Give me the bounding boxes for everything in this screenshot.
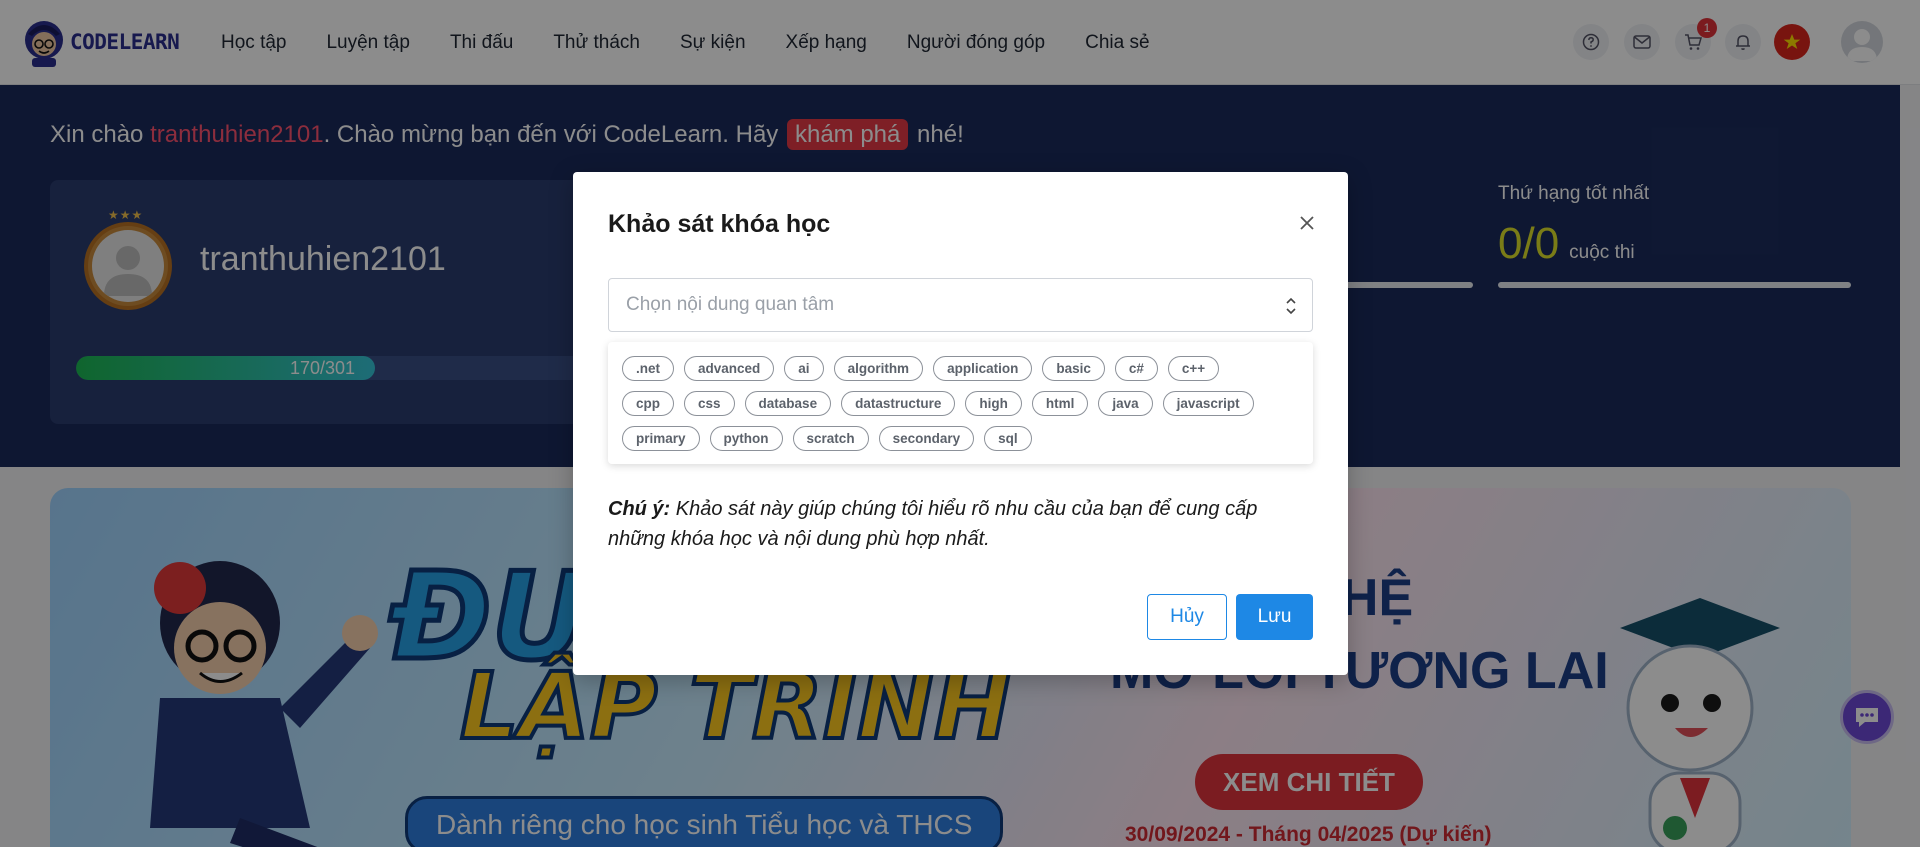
tag-option[interactable]: application xyxy=(933,356,1033,381)
tag-option[interactable]: algorithm xyxy=(833,356,924,381)
tag-option[interactable]: database xyxy=(744,391,832,416)
select-updown-icon xyxy=(1286,297,1296,315)
tag-option[interactable]: basic xyxy=(1042,356,1105,381)
tag-option[interactable]: java xyxy=(1098,391,1153,416)
modal-title: Khảo sát khóa học xyxy=(608,210,831,238)
tag-row-2: cpp css database datastructure high html… xyxy=(622,391,1299,416)
tag-option[interactable]: primary xyxy=(622,426,700,451)
tag-option[interactable]: c# xyxy=(1114,356,1158,381)
course-survey-modal: Khảo sát khóa học Chọn nội dung quan tâm… xyxy=(573,172,1348,675)
tag-option[interactable]: css xyxy=(684,391,735,416)
save-button[interactable]: Lưu xyxy=(1236,594,1313,640)
tag-option[interactable]: cpp xyxy=(622,391,675,416)
close-icon[interactable] xyxy=(1296,212,1318,234)
tag-option[interactable]: secondary xyxy=(878,426,975,451)
tag-option[interactable]: python xyxy=(709,426,783,451)
tag-option[interactable]: advanced xyxy=(684,356,775,381)
tag-option[interactable]: .net xyxy=(622,356,675,381)
note-label: Chú ý: xyxy=(608,498,671,520)
tag-option[interactable]: c++ xyxy=(1167,356,1220,381)
tag-option[interactable]: high xyxy=(965,391,1022,416)
tag-row-3: primary python scratch secondary sql xyxy=(622,426,1299,451)
interest-select[interactable]: Chọn nội dung quan tâm xyxy=(608,278,1313,332)
survey-note: Chú ý: Khảo sát này giúp chúng tôi hiểu … xyxy=(608,494,1313,554)
cancel-button[interactable]: Hủy xyxy=(1147,594,1227,640)
interest-select-placeholder: Chọn nội dung quan tâm xyxy=(626,294,835,315)
tag-option[interactable]: datastructure xyxy=(841,391,956,416)
tag-option[interactable]: sql xyxy=(984,426,1032,451)
tag-option[interactable]: scratch xyxy=(792,426,869,451)
tag-option[interactable]: javascript xyxy=(1162,391,1254,416)
tag-options-panel: .net advanced ai algorithm application b… xyxy=(608,342,1313,464)
tag-option[interactable]: html xyxy=(1031,391,1089,416)
note-text: Khảo sát này giúp chúng tôi hiểu rõ nhu … xyxy=(608,498,1258,550)
tag-option[interactable]: ai xyxy=(784,356,824,381)
tag-row-1: .net advanced ai algorithm application b… xyxy=(622,356,1299,381)
